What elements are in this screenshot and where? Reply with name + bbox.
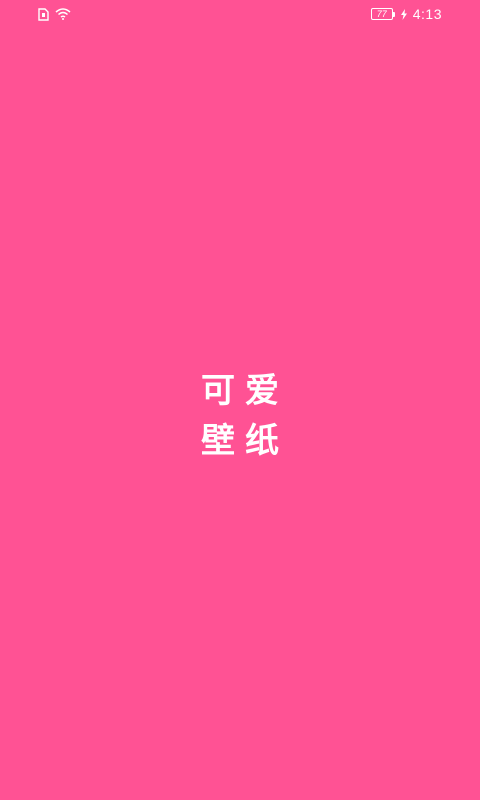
status-right: 77 4:13 [370, 6, 442, 22]
wifi-icon [55, 8, 71, 20]
splash-title: 可爱 壁纸 [0, 366, 480, 466]
splash-title-line-2: 壁纸 [201, 421, 289, 461]
battery-icon: 77 [370, 8, 395, 20]
status-bar: 77 4:13 [0, 0, 480, 28]
status-left [38, 7, 71, 21]
status-clock: 4:13 [412, 6, 442, 22]
splash-title-line-1: 可爱 [201, 371, 289, 411]
battery-level: 77 [370, 8, 393, 20]
battery-tip [392, 11, 395, 17]
charging-bolt-icon [400, 8, 407, 20]
sim-card-icon [38, 7, 49, 21]
